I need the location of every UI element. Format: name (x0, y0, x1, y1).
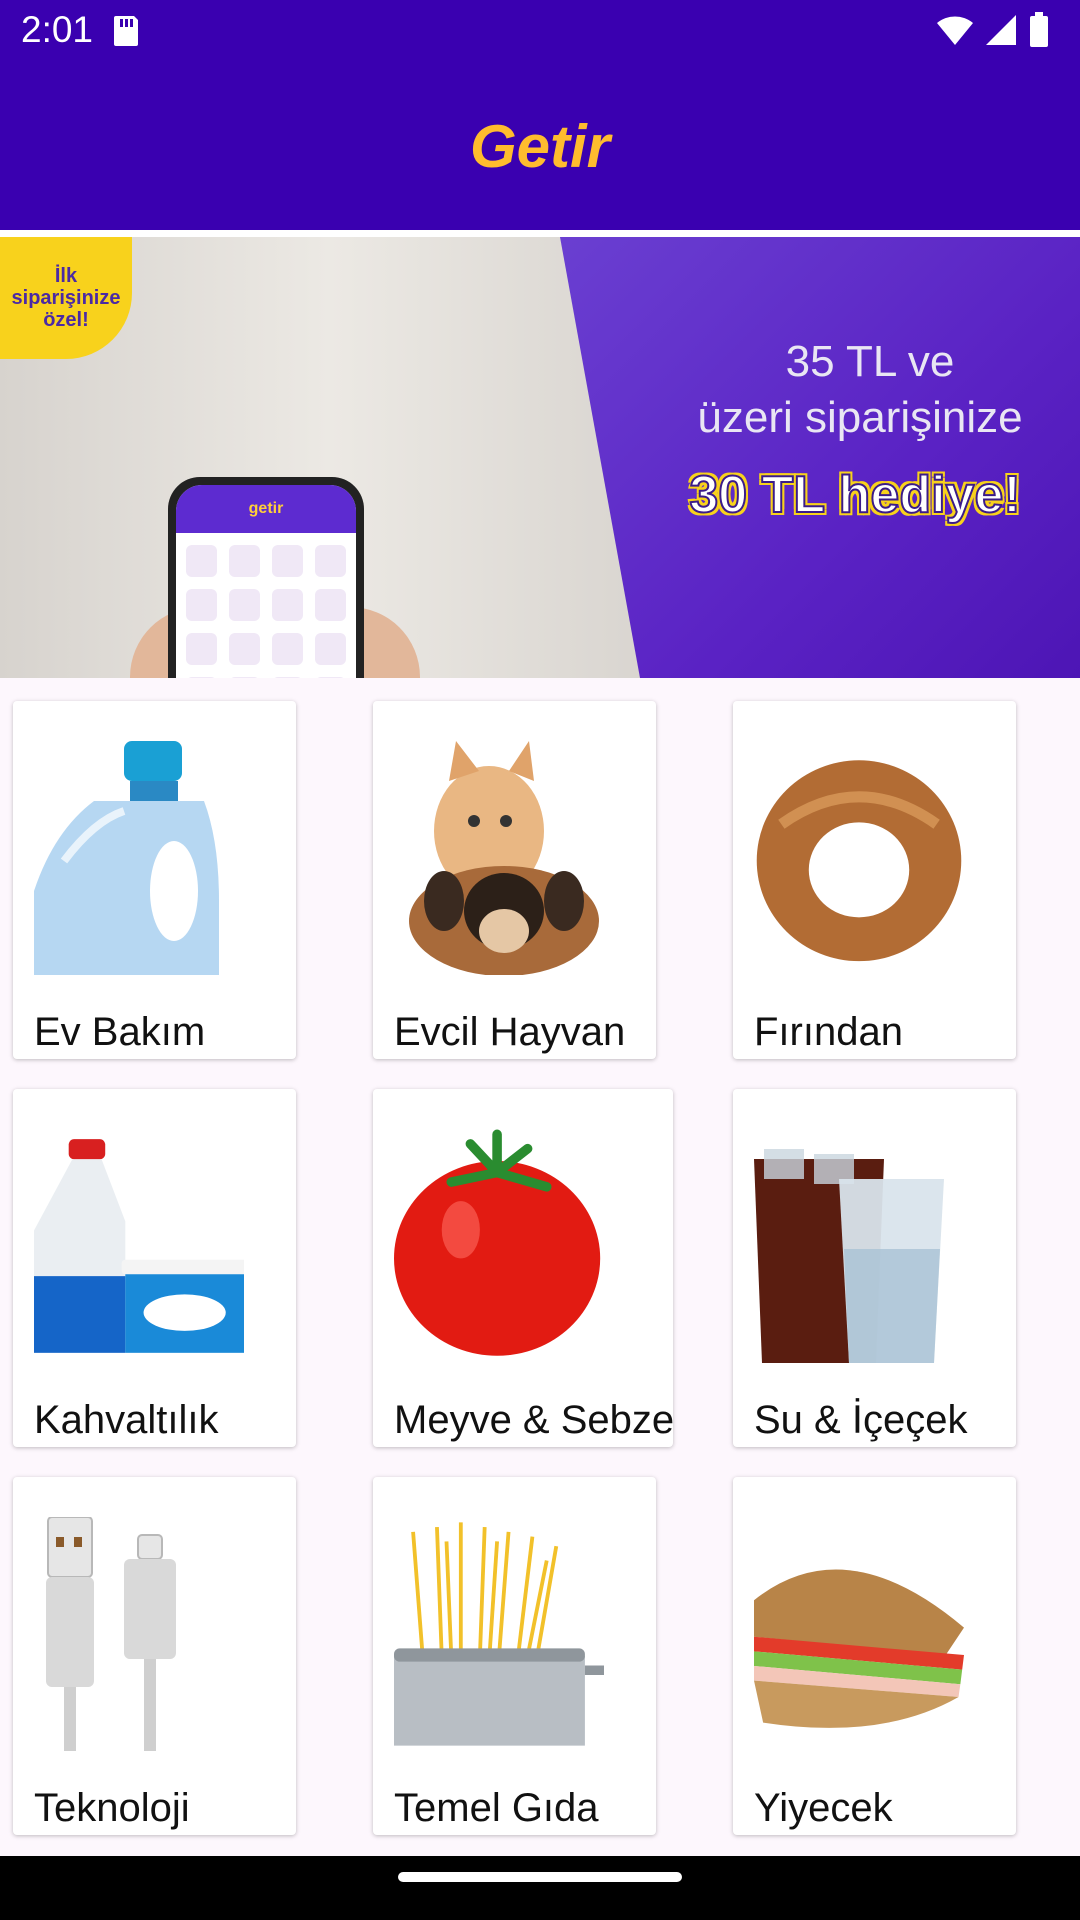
divider (0, 230, 1080, 237)
phone-cell (186, 545, 217, 577)
tomato-icon (394, 1129, 604, 1363)
category-card-su-icecek[interactable]: Su & İçeçek (733, 1089, 1016, 1447)
banner-line-1: 35 TL ve (785, 337, 955, 386)
category-label: Kahvaltılık (34, 1398, 219, 1442)
home-gesture-handle[interactable] (398, 1872, 682, 1882)
category-card-ev-bakim[interactable]: Ev Bakım (13, 701, 296, 1059)
category-card-teknoloji[interactable]: Teknoloji (13, 1477, 296, 1835)
wifi-icon (937, 16, 973, 45)
battery-icon (1030, 12, 1048, 47)
phone-cell (315, 677, 346, 678)
phone-cell (272, 633, 303, 665)
pasta-pot-icon (394, 1517, 604, 1751)
simit-icon (754, 741, 964, 975)
banner-highlight: 30 TL hediye! (688, 465, 1021, 525)
phone-brand: getir (176, 485, 356, 533)
category-card-kahvaltilik[interactable]: Kahvaltılık (13, 1089, 296, 1447)
category-label: Temel Gıda (394, 1786, 599, 1830)
status-icons (936, 12, 1050, 48)
sandwich-icon (754, 1517, 964, 1751)
category-label: Fırından (754, 1010, 903, 1054)
category-label: Yiyecek (754, 1786, 893, 1830)
category-card-meyve-sebze[interactable]: Meyve & Sebze (373, 1089, 673, 1447)
phone-cell (315, 545, 346, 577)
phone-screen: getir (176, 485, 356, 678)
phone-cell (272, 589, 303, 621)
app-bar: Getir (0, 63, 1080, 230)
phone-cell (272, 545, 303, 577)
phone-cell (272, 677, 303, 678)
category-label: Su & İçeçek (754, 1398, 968, 1442)
category-card-yiyecek[interactable]: Yiyecek (733, 1477, 1016, 1835)
phone-cell (229, 589, 260, 621)
category-card-firindan[interactable]: Fırından (733, 701, 1016, 1059)
phone-cell (315, 633, 346, 665)
promo-banner[interactable]: İlk siparişinize özel! getir 35 TL ve üz… (0, 237, 1080, 678)
drinks-icon (754, 1129, 964, 1363)
system-nav-bar (0, 1856, 1080, 1920)
category-label: Evcil Hayvan (394, 1010, 626, 1054)
phone-cell (229, 633, 260, 665)
category-card-evcil-hayvan[interactable]: Evcil Hayvan (373, 701, 656, 1059)
cellular-signal-icon (986, 15, 1016, 45)
detergent-bottle-icon (34, 741, 244, 975)
phone-cell (186, 677, 217, 678)
usb-cable-icon (34, 1517, 244, 1751)
phone-cell (229, 677, 260, 678)
phone-app-grid (186, 545, 346, 678)
milk-yogurt-icon (34, 1129, 244, 1363)
category-card-temel-gida[interactable]: Temel Gıda (373, 1477, 656, 1835)
sd-card-icon (114, 16, 138, 46)
category-label: Ev Bakım (34, 1010, 206, 1054)
category-label: Teknoloji (34, 1786, 190, 1830)
status-time: 2:01 (21, 9, 94, 50)
phone-cell (186, 589, 217, 621)
phone-cell (186, 633, 217, 665)
category-label: Meyve & Sebze (394, 1398, 673, 1442)
banner-background-purple (560, 237, 1080, 678)
status-bar: 2:01 (0, 0, 1080, 63)
app-title: Getir (469, 113, 611, 180)
phone-cell (229, 545, 260, 577)
phone-illustration: getir (168, 477, 364, 678)
cat-dog-icon (394, 741, 604, 975)
banner-line-2: üzeri siparişinize (697, 393, 1023, 442)
phone-cell (315, 589, 346, 621)
